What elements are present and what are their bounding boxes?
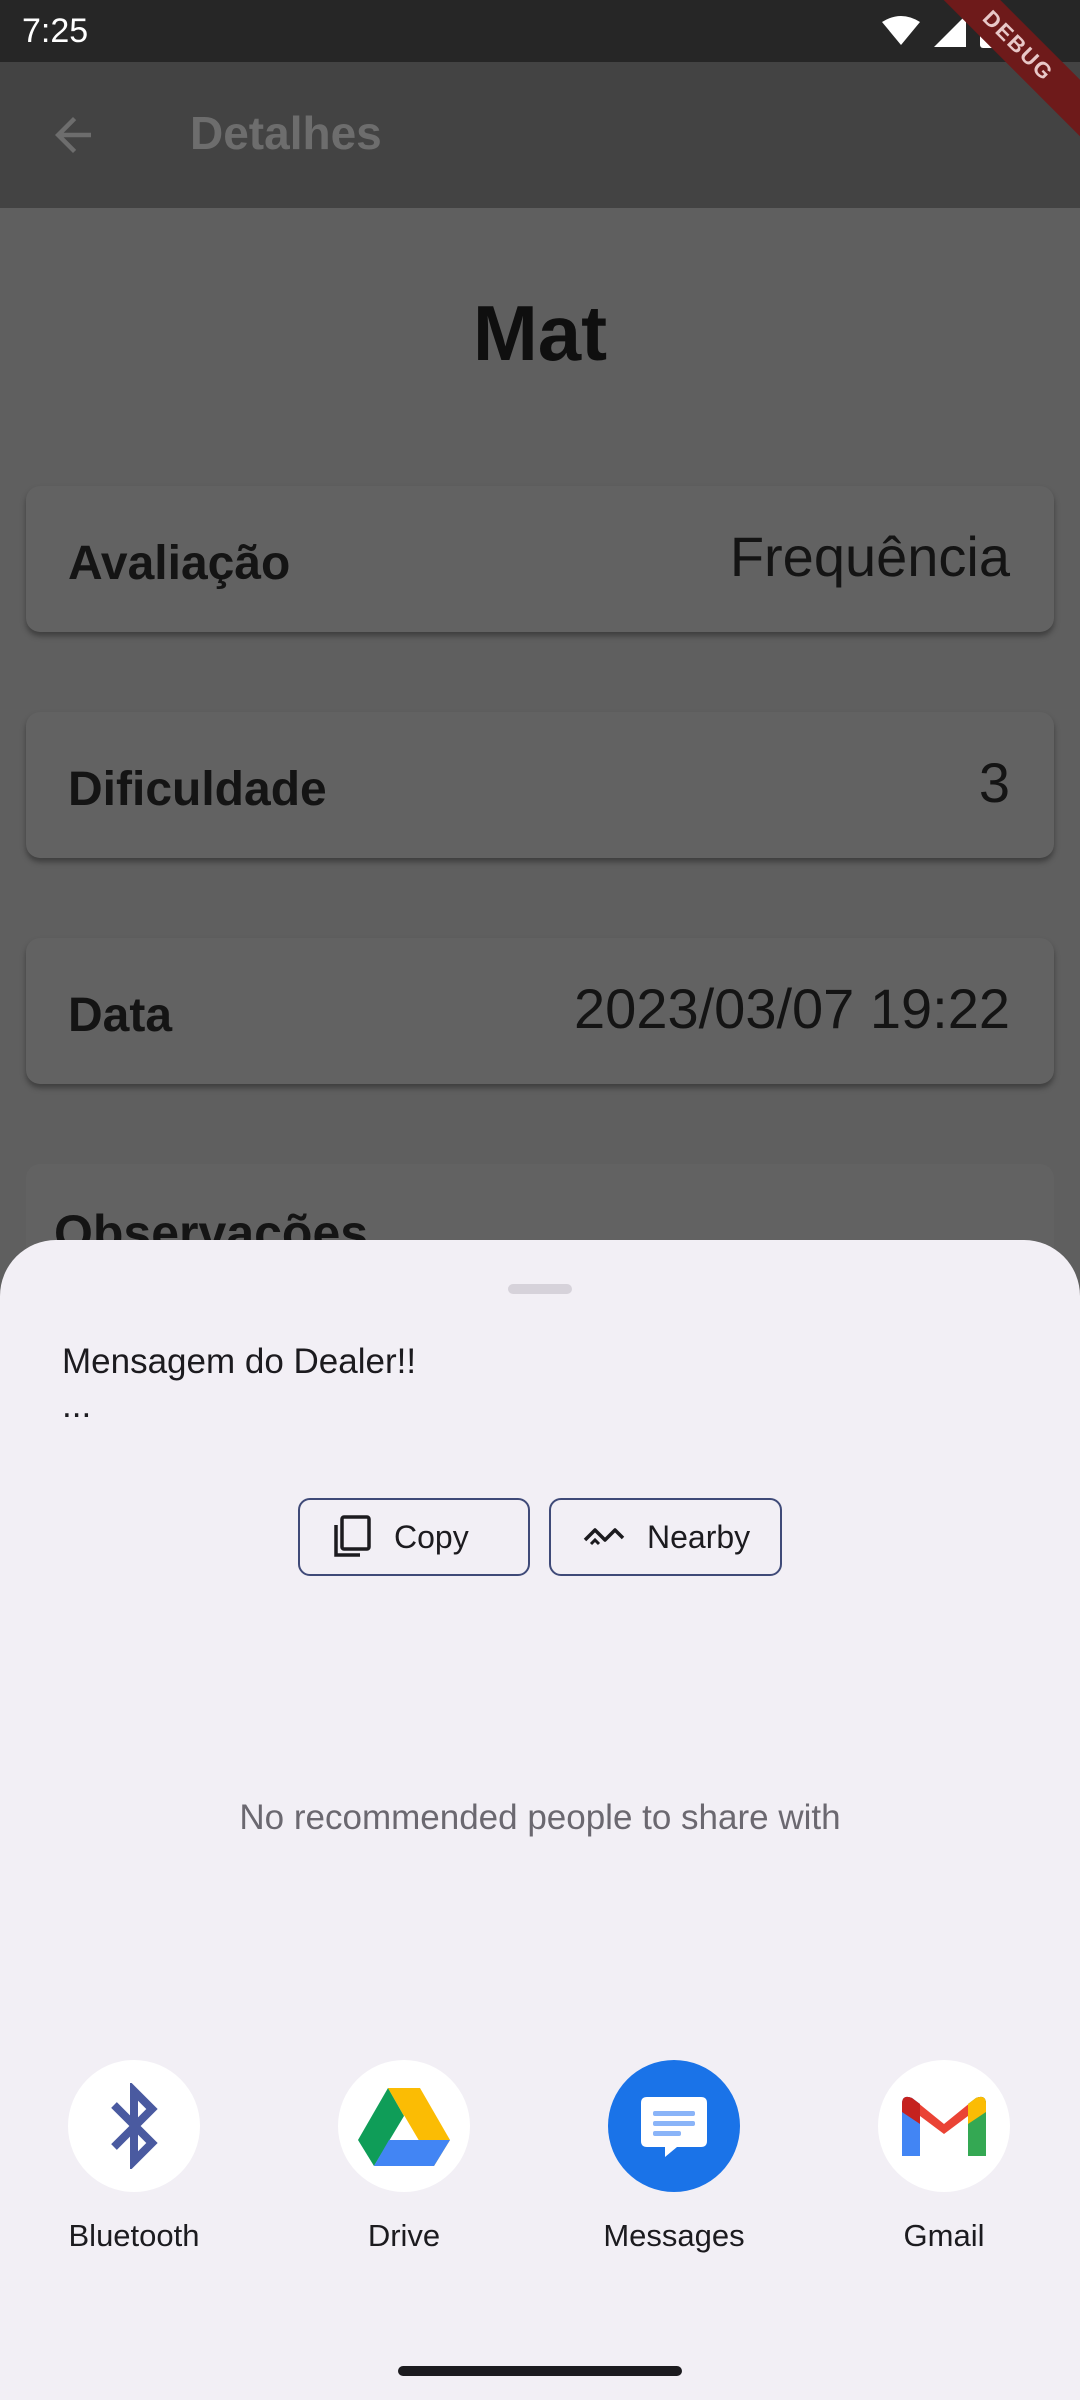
app-label: Bluetooth [68,2218,200,2253]
share-message-preview: Mensagem do Dealer!! ... [62,1342,417,1425]
drag-handle[interactable] [508,1284,572,1294]
gesture-nav-bar[interactable] [398,2366,682,2376]
share-target-bluetooth[interactable]: Bluetooth [34,2060,234,2254]
nearby-label: Nearby [647,1518,751,1555]
app-label: Messages [603,2218,745,2253]
card-label: Dificuldade [68,763,327,816]
card-label: Data [68,989,173,1042]
card-value: 3 [978,751,1010,814]
app-bar: Detalhes [0,62,1080,208]
share-target-gmail[interactable]: Gmail [844,2060,1044,2254]
share-target-messages[interactable]: Messages [574,2060,774,2254]
share-target-drive[interactable]: Drive [304,2060,504,2254]
copy-button[interactable]: Copy [298,1498,530,1576]
nearby-share-icon [583,1524,625,1550]
difficulty-card: Dificuldade 3 [26,712,1054,858]
subject-title: Mat [472,289,608,377]
nearby-button[interactable]: Nearby [549,1498,782,1576]
share-targets: Bluetooth Drive Messages Gmail [0,2060,1080,2280]
no-recommendations-text: No recommended people to share with [239,1798,841,1837]
bluetooth-icon [68,2060,200,2192]
drive-icon [338,2060,470,2192]
gmail-icon [878,2060,1010,2192]
app-label: Drive [367,2218,441,2253]
status-bar: 7:25 [0,0,1080,62]
wifi-icon [882,16,920,51]
page-title: Detalhes [190,107,382,159]
signal-icon [934,15,966,52]
share-sheet: Mensagem do Dealer!! ... Copy Nearby No … [0,1240,1080,2400]
details-content: Mat Avaliação Frequência Dificuldade 3 D… [0,208,1080,1284]
back-arrow-icon[interactable] [46,108,100,167]
card-value: 2023/03/07 19:22 [574,977,1010,1040]
evaluation-card: Avaliação Frequência [26,486,1054,632]
copy-label: Copy [394,1518,469,1555]
copy-icon [332,1515,372,1559]
card-value: Frequência [729,525,1010,588]
card-label: Avaliação [68,537,291,590]
date-card: Data 2023/03/07 19:22 [26,938,1054,1084]
app-label: Gmail [903,2218,985,2253]
messages-icon [608,2060,740,2192]
status-time: 7:25 [22,12,89,50]
